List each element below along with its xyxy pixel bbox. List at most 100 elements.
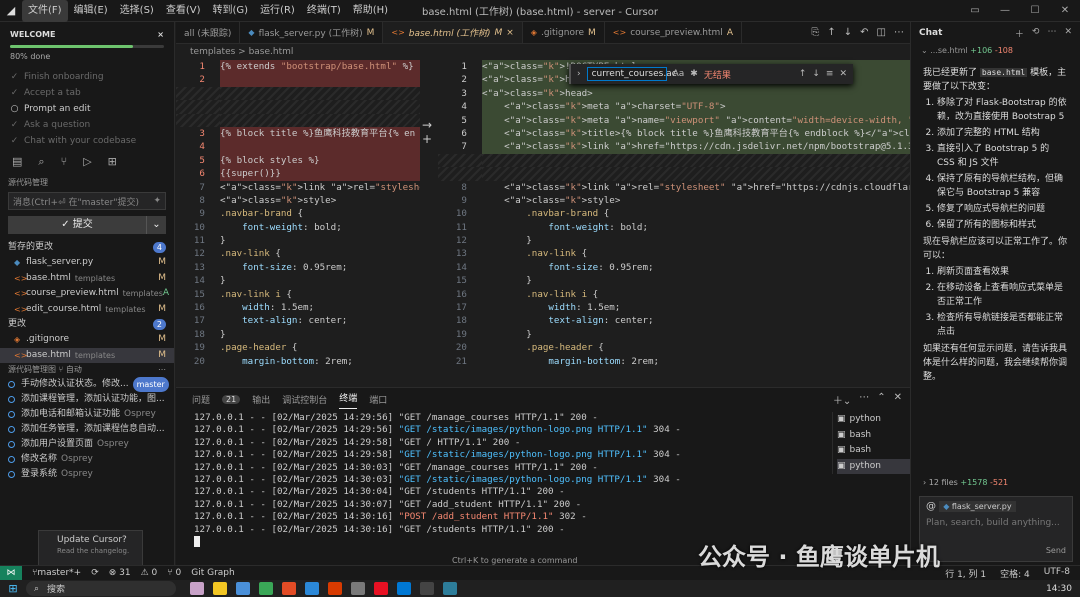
at-icon[interactable]: @ bbox=[926, 501, 936, 512]
scm-file-item[interactable]: ◆ flask_server.py M bbox=[0, 255, 174, 271]
code-line[interactable]: font-size: 0.95rem; bbox=[482, 261, 910, 274]
graph-actions[interactable]: ⋯ bbox=[158, 363, 166, 377]
update-notification[interactable]: Update Cursor? Read the changelog. bbox=[38, 530, 143, 570]
terminal-cursor[interactable] bbox=[194, 536, 200, 548]
onboarding-item[interactable]: ✓ Chat with your codebase bbox=[10, 133, 164, 149]
panel-tab[interactable]: 问题 bbox=[192, 393, 210, 406]
maximize-panel-icon[interactable]: ⌃ bbox=[877, 392, 885, 407]
commit-item[interactable]: 添加课程管理，添加认证功能，图... bbox=[0, 392, 174, 407]
code-line[interactable]: font-weight: bold; bbox=[220, 221, 420, 234]
code-line[interactable]: .navbar-brand { bbox=[482, 207, 910, 220]
chevron-down-icon[interactable]: ⌄ bbox=[146, 216, 166, 234]
errors-count[interactable]: ⊗ 31 bbox=[109, 568, 131, 578]
code-line[interactable]: .nav-link { bbox=[220, 247, 420, 260]
code-line[interactable]: margin-bottom: 2rem; bbox=[220, 355, 420, 368]
new-chat-icon[interactable]: ＋ bbox=[1015, 27, 1024, 40]
match-case-toggle[interactable]: Aa bbox=[673, 69, 685, 79]
app-icon[interactable] bbox=[397, 582, 411, 595]
app-icon[interactable] bbox=[328, 582, 342, 595]
layout-icon[interactable]: ▭ bbox=[960, 5, 990, 16]
minimize-button[interactable]: — bbox=[990, 5, 1020, 16]
panel-tab[interactable]: 输出 bbox=[252, 393, 270, 406]
onboarding-item[interactable]: ✓ Accept a tab bbox=[10, 85, 164, 101]
menu-item[interactable]: 查看(V) bbox=[160, 0, 207, 22]
menu-item[interactable]: 选择(S) bbox=[114, 0, 160, 22]
commit-item[interactable]: 修改名称 Osprey bbox=[0, 452, 174, 467]
close-chat-icon[interactable]: ✕ bbox=[1064, 27, 1072, 40]
scm-file-item[interactable]: <> base.html templates M bbox=[0, 271, 174, 287]
editor-tab[interactable]: ◈ .gitignore M bbox=[523, 22, 605, 43]
left-code[interactable]: {% extends "bootstrap/base.html" %} {% bl… bbox=[220, 60, 420, 368]
code-line[interactable]: <"a">class="k">title>{% block title %}鱼鹰… bbox=[482, 126, 910, 141]
code-line[interactable]: <"a">class="k">style> bbox=[220, 194, 420, 207]
right-code[interactable]: <"a">class="k">!DOCTYPE html><"a">class=… bbox=[482, 60, 910, 368]
onboarding-item[interactable]: ○ Prompt an edit bbox=[10, 101, 164, 117]
code-line[interactable]: text-align: center; bbox=[220, 314, 420, 327]
windows-start-icon[interactable]: ⊞ bbox=[0, 582, 26, 595]
find-close-icon[interactable]: ✕ bbox=[839, 69, 847, 79]
sparkle-icon[interactable]: ✦ bbox=[153, 196, 161, 206]
code-line[interactable]: {% extends "bootstrap/base.html" %} bbox=[220, 60, 420, 74]
welcome-close-button[interactable]: × bbox=[157, 30, 164, 39]
sync-icon[interactable]: ⟳ bbox=[91, 568, 99, 578]
revert-icon[interactable]: ↶ bbox=[860, 27, 868, 38]
scm-file-item[interactable]: ◈ .gitignore M bbox=[0, 332, 174, 348]
code-line[interactable]: } bbox=[482, 274, 910, 287]
run-debug-icon[interactable]: ▷ bbox=[83, 155, 91, 169]
new-terminal-icon[interactable]: ＋⌄ bbox=[833, 392, 851, 407]
code-line[interactable] bbox=[482, 167, 910, 181]
terminal-item[interactable]: ▣ bash bbox=[837, 428, 910, 444]
code-line[interactable]: } bbox=[220, 328, 420, 341]
close-icon[interactable]: × bbox=[506, 28, 514, 38]
notification-subtitle[interactable]: Read the changelog. bbox=[57, 547, 136, 555]
terminal-output[interactable]: 127.0.0.1 - - [02/Mar/2025 14:29:56] "GE… bbox=[194, 412, 814, 548]
chat-input[interactable]: @ ◆ flask_server.py Plan, search, build … bbox=[919, 496, 1073, 562]
source-control-icon[interactable]: ⑂ bbox=[61, 155, 68, 169]
code-line[interactable]: text-align: center; bbox=[482, 314, 910, 327]
diff-left-pane[interactable]: 1 2 3 4 5 6 7 8 9 10 11 12 13 14 15 16 1… bbox=[176, 60, 420, 387]
staged-changes-group[interactable]: 暂存的更改 4 bbox=[0, 240, 174, 255]
menu-item[interactable]: 编辑(E) bbox=[68, 0, 114, 22]
app-icon[interactable] bbox=[420, 582, 434, 595]
arrow-down-icon[interactable]: ↓ bbox=[844, 27, 852, 38]
arrow-up-icon[interactable]: ↑ bbox=[827, 27, 835, 38]
code-line[interactable]: .nav-link i { bbox=[482, 288, 910, 301]
files-icon[interactable]: ▤ bbox=[12, 155, 22, 169]
search-icon[interactable]: ⌕ bbox=[38, 155, 44, 169]
panel-tab[interactable]: 调试控制台 bbox=[282, 393, 327, 406]
arrow-right-icon[interactable]: → bbox=[422, 118, 432, 132]
maximize-button[interactable]: ☐ bbox=[1020, 5, 1050, 16]
code-line[interactable] bbox=[482, 153, 910, 168]
context-chip[interactable]: ◆ flask_server.py bbox=[939, 501, 1016, 512]
menu-item[interactable]: 转到(G) bbox=[207, 0, 255, 22]
code-line[interactable] bbox=[220, 86, 420, 101]
app-icon[interactable] bbox=[213, 582, 227, 595]
code-line[interactable] bbox=[220, 100, 420, 114]
close-panel-icon[interactable]: ✕ bbox=[894, 392, 902, 407]
more-icon[interactable]: ⋯ bbox=[1047, 27, 1056, 40]
code-line[interactable]: .navbar-brand { bbox=[220, 207, 420, 220]
code-line[interactable]: <"a">class="k">link "a">rel="stylesheet"… bbox=[482, 181, 910, 194]
find-input[interactable]: current_courses.ac bbox=[586, 67, 677, 81]
open-file-icon[interactable]: ⎘ bbox=[811, 27, 819, 38]
menu-item[interactable]: 文件(F) bbox=[22, 0, 68, 22]
split-icon[interactable]: ◫ bbox=[877, 27, 886, 38]
find-next-icon[interactable]: ↓ bbox=[812, 69, 820, 79]
terminal-item[interactable]: ▣ bash bbox=[837, 443, 910, 459]
more-icon[interactable]: ⋯ bbox=[859, 392, 869, 407]
commit-item[interactable]: 添加任务管理，添加课程信息自动... bbox=[0, 422, 174, 437]
app-icon[interactable] bbox=[236, 582, 250, 595]
code-line[interactable]: <"a">class="k">meta "a">name="viewport" … bbox=[482, 113, 910, 127]
commit-item[interactable]: 添加电话和邮箱认证功能 Osprey bbox=[0, 407, 174, 422]
commit-item[interactable]: 登录系统 Osprey bbox=[0, 467, 174, 482]
scm-file-item[interactable]: <> course_preview.html templates A bbox=[0, 286, 174, 302]
history-icon[interactable]: ⟲ bbox=[1032, 27, 1040, 40]
app-icon[interactable] bbox=[351, 582, 365, 595]
encoding[interactable]: UTF-8 bbox=[1044, 567, 1070, 580]
code-line[interactable]: {% block title %}鱼鹰科技教育平台{% en bbox=[220, 126, 420, 141]
panel-tab[interactable]: 终端 bbox=[339, 390, 358, 409]
code-line[interactable]: } bbox=[482, 328, 910, 341]
menu-item[interactable]: 运行(R) bbox=[254, 0, 301, 22]
app-icon[interactable] bbox=[443, 582, 457, 595]
editor-tab[interactable]: <> base.html (工作树) M × bbox=[383, 22, 523, 43]
